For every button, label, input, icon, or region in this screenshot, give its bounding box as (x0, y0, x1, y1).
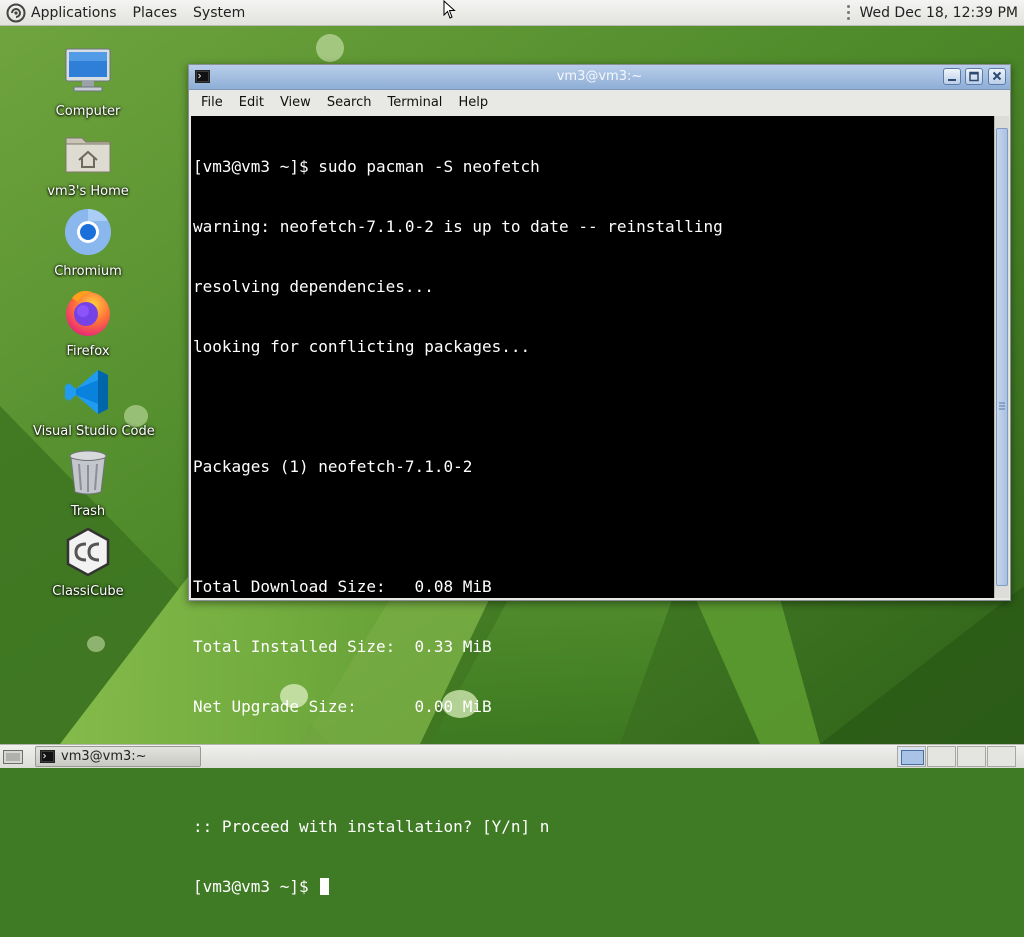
system-menu[interactable]: System (185, 0, 253, 26)
terminal-output[interactable]: [vm3@vm3 ~]$ sudo pacman -S neofetch war… (191, 116, 994, 896)
terminal-prompt-line[interactable]: [vm3@vm3 ~]$ (193, 877, 994, 897)
menu-file[interactable]: File (193, 95, 231, 110)
menu-help[interactable]: Help (450, 95, 496, 110)
desktop-icon-chromium[interactable]: Chromium (33, 206, 143, 279)
chromium-icon (65, 209, 111, 255)
menu-view[interactable]: View (272, 95, 319, 110)
maximize-icon (969, 71, 979, 82)
vscode-icon (65, 370, 108, 414)
window-titlebar[interactable]: vm3@vm3:~ (189, 65, 1010, 90)
desktop-icon-computer[interactable]: Computer (33, 46, 143, 119)
bottom-panel: vm3@vm3:~ (0, 744, 1024, 768)
terminal-line: Net Upgrade Size: 0.00 MiB (193, 697, 492, 716)
distro-logo-icon (6, 3, 26, 22)
close-button[interactable] (988, 68, 1006, 85)
workspace-3[interactable] (957, 746, 986, 767)
window-menubar: File Edit View Search Terminal Help (189, 90, 1010, 115)
places-label: Places (132, 4, 178, 21)
top-panel: Applications Places System Wed Dec 18, 1… (0, 0, 1024, 26)
text-cursor (320, 878, 330, 895)
scrollbar-thumb[interactable] (996, 128, 1008, 586)
classicube-icon (66, 527, 110, 577)
places-menu[interactable]: Places (125, 0, 186, 26)
desktop-icon-label: vm3's Home (47, 184, 129, 199)
system-label: System (193, 4, 246, 21)
terminal-line: resolving dependencies... (193, 277, 434, 296)
trash-icon (69, 450, 107, 495)
menu-search[interactable]: Search (319, 95, 380, 110)
desktop-icon-label: Chromium (54, 264, 122, 279)
desktop-icon-firefox[interactable]: Firefox (33, 286, 143, 359)
clock-area: Wed Dec 18, 12:39 PM (847, 5, 1024, 21)
desktop-icon-home[interactable]: vm3's Home (33, 126, 143, 199)
home-folder-icon (65, 137, 111, 173)
terminal-window: vm3@vm3:~ File Edit View Search Terminal… (188, 64, 1011, 896)
taskbar-button-terminal[interactable]: vm3@vm3:~ (35, 746, 201, 767)
scrollbar-grip-icon (999, 402, 1005, 410)
taskbar-button-label: vm3@vm3:~ (61, 749, 147, 764)
terminal-line: :: Proceed with installation? [Y/n] n (193, 817, 550, 836)
terminal-line: warning: neofetch-7.1.0-2 is up to date … (193, 217, 723, 236)
desktop-icon-label: ClassiCube (52, 584, 124, 599)
desktop-icon-trash[interactable]: Trash (33, 446, 143, 519)
maximize-button[interactable] (965, 68, 983, 85)
close-icon (992, 71, 1002, 81)
terminal-line: Total Installed Size: 0.33 MiB (193, 637, 492, 656)
terminal-line: Total Download Size: 0.08 MiB (193, 577, 492, 596)
window-title: vm3@vm3:~ (556, 69, 643, 84)
workspace-4[interactable] (987, 746, 1016, 767)
mouse-pointer-icon (443, 0, 456, 19)
desktop-icon-label: Firefox (66, 344, 110, 359)
menu-terminal[interactable]: Terminal (379, 95, 450, 110)
computer-icon (65, 48, 111, 92)
terminal-prompt: [vm3@vm3 ~]$ (193, 877, 319, 896)
applications-menu[interactable]: Applications (0, 0, 125, 26)
applications-label: Applications (31, 4, 117, 21)
workspace-1[interactable] (897, 746, 926, 767)
terminal-line: Packages (1) neofetch-7.1.0-2 (193, 457, 473, 476)
desktop-icon-label: Trash (70, 504, 106, 519)
minimize-button[interactable] (943, 68, 961, 85)
desktop-icon-vscode[interactable]: Visual Studio Code (33, 366, 155, 439)
minimize-icon (948, 79, 956, 81)
workspace-2[interactable] (927, 746, 956, 767)
terminal-line: [vm3@vm3 ~]$ sudo pacman -S neofetch (193, 157, 540, 176)
desktop-icon-label: Visual Studio Code (33, 424, 155, 439)
desktop-icon-classicube[interactable]: ClassiCube (33, 526, 143, 599)
clock[interactable]: Wed Dec 18, 12:39 PM (859, 5, 1018, 21)
terminal-app-icon (40, 750, 55, 763)
desktop-icon-label: Computer (55, 104, 121, 119)
terminal-scrollbar[interactable] (994, 116, 1009, 598)
terminal-line: looking for conflicting packages... (193, 337, 531, 356)
panel-handle-icon[interactable] (847, 5, 851, 20)
menu-edit[interactable]: Edit (231, 95, 272, 110)
firefox-icon (66, 290, 110, 336)
show-desktop-icon[interactable] (3, 748, 23, 765)
